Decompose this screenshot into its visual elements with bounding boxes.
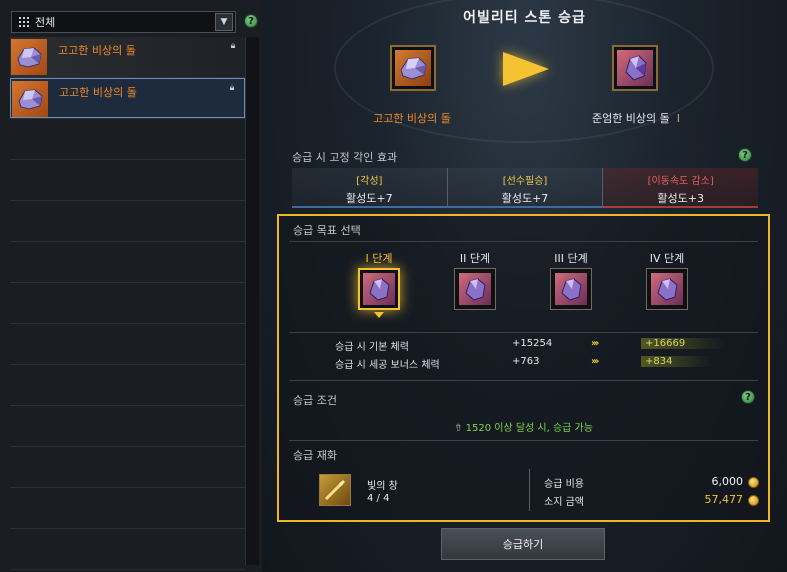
ability-stone-icon	[617, 50, 653, 86]
stat-label: 승급 시 기본 체력	[335, 342, 409, 353]
ability-stone-icon	[395, 50, 431, 86]
arrow-right-icon: ›››	[591, 356, 600, 367]
item-name: 고고한 비상의 돌	[59, 86, 137, 99]
grid-icon	[19, 17, 29, 27]
ability-stone-icon	[459, 273, 491, 305]
divider	[289, 241, 758, 242]
upgrade-target-box: 승급 목표 선택 I 단계 II 단계 III 단계 IV 단계 승급 시 기본…	[277, 214, 770, 522]
cost-area: 승급 비용 6,000 소지 금액 57,477	[529, 469, 759, 511]
ability-stone-icon	[651, 273, 683, 305]
next-stone-name-text: 준엄한 비상의 돌	[591, 112, 670, 125]
divider	[289, 440, 758, 441]
stone-list-panel: 전체 ▼ ? 고고한 비상의 돌 🔒︎ 고고한 비상의 돌 🔒︎	[0, 0, 262, 572]
scrollbar[interactable]	[245, 37, 259, 565]
list-item[interactable]: 고고한 비상의 돌 🔒︎	[10, 37, 245, 77]
engrave-value: 활성도+7	[346, 192, 393, 205]
next-stone-slot	[612, 45, 658, 91]
arrow-right-icon	[503, 52, 549, 86]
list-row	[10, 365, 245, 406]
help-icon[interactable]: ?	[741, 390, 755, 404]
item-level-icon: ⇮	[454, 423, 466, 434]
stage-option-1[interactable]: I 단계	[349, 250, 409, 318]
page-title: 어빌리티 스톤 승급	[463, 10, 586, 26]
stage-label: IV 단계	[649, 252, 685, 265]
cost-row: 승급 비용 6,000	[544, 475, 759, 491]
list-row	[10, 488, 245, 529]
item-name: 고고한 비상의 돌	[58, 44, 136, 57]
list-row	[10, 447, 245, 488]
next-stone-name: 준엄한 비상의 돌 I	[578, 110, 694, 126]
materials-section-label: 승급 재화	[293, 449, 337, 462]
engrave-value: 활성도+3	[657, 192, 704, 205]
stat-row-base-hp: 승급 시 기본 체력 +15254 ››› +16669	[335, 338, 755, 354]
lock-icon: 🔒︎	[229, 83, 235, 93]
filter-dropdown[interactable]: 전체 ▼	[11, 11, 236, 33]
list-row	[10, 529, 245, 570]
engrave-effects: [각성] 활성도+7 [선수필승] 활성도+7 [이동속도 감소] 활성도+3	[292, 168, 759, 208]
divider	[289, 332, 758, 333]
list-row	[10, 324, 245, 365]
ability-stone-icon	[555, 273, 587, 305]
material-name: 빛의 창	[367, 481, 398, 492]
list-row	[10, 242, 245, 283]
ability-stone-icon	[12, 81, 48, 117]
material-count: 4 / 4	[367, 493, 390, 504]
gold-coin-icon	[748, 495, 759, 506]
filter-label: 전체	[35, 16, 56, 29]
selected-caret-icon	[374, 312, 384, 318]
help-icon[interactable]: ?	[738, 148, 752, 162]
stage-option-4[interactable]: IV 단계	[637, 250, 697, 310]
list-row	[10, 406, 245, 447]
stage-label: III 단계	[554, 252, 588, 265]
lock-icon: 🔒︎	[230, 41, 236, 51]
list-row	[10, 201, 245, 242]
stat-current: +15254	[512, 338, 553, 349]
cost-value: 6,000	[711, 475, 744, 488]
cost-label: 승급 비용	[544, 479, 584, 490]
stage-label: I 단계	[365, 252, 393, 265]
engrave-name: [각성]	[356, 176, 383, 187]
stat-row-bonus-hp: 승급 시 세공 보너스 체력 +763 ››› +834	[335, 356, 755, 372]
engrave-section-label: 승급 시 고정 각인 효과	[292, 151, 398, 164]
arrow-right-icon: ›››	[591, 338, 600, 349]
list-row	[10, 119, 245, 160]
owned-label: 소지 금액	[544, 497, 584, 508]
list-item-selected[interactable]: 고고한 비상의 돌 🔒︎	[10, 78, 245, 118]
current-stone-name: 고고한 비상의 돌	[373, 112, 451, 125]
engrave-cell: [선수필승] 활성도+7	[446, 168, 603, 208]
stage-option-2[interactable]: II 단계	[445, 250, 505, 310]
spear-of-light-icon	[319, 474, 351, 506]
engrave-name: [선수필승]	[502, 176, 548, 187]
next-stone-suffix: I	[676, 112, 681, 125]
divider	[289, 380, 758, 381]
engrave-name: [이동속도 감소]	[647, 176, 714, 187]
stat-current: +763	[512, 356, 540, 367]
engrave-cell: [각성] 활성도+7	[292, 168, 447, 208]
condition-text: ⇮ 1520 이상 달성 시, 승급 가능	[279, 419, 768, 434]
owned-value: 57,477	[704, 493, 744, 506]
stage-option-3[interactable]: III 단계	[541, 250, 601, 310]
upgrade-button[interactable]: 승급하기	[441, 528, 605, 560]
gold-coin-icon	[748, 477, 759, 488]
engrave-value: 활성도+7	[501, 192, 549, 205]
owned-row: 소지 금액 57,477	[544, 493, 759, 509]
stat-next: +16669	[641, 338, 726, 349]
list-row	[10, 160, 245, 201]
stat-label: 승급 시 세공 보너스 체력	[335, 360, 440, 371]
condition-section-label: 승급 조건	[293, 394, 337, 407]
target-section-label: 승급 목표 선택	[293, 224, 361, 237]
stone-list: 고고한 비상의 돌 🔒︎ 고고한 비상의 돌 🔒︎	[10, 37, 245, 570]
upgrade-panel: 어빌리티 스톤 승급 고고한 비상의 돌 준엄한 비상의 돌 I 승급 시 고정…	[262, 0, 787, 572]
engrave-cell-negative: [이동속도 감소] 활성도+3	[602, 168, 759, 208]
ability-stone-icon	[11, 39, 47, 75]
stat-next: +834	[641, 356, 713, 367]
ability-stone-icon	[363, 273, 395, 305]
chevron-down-icon[interactable]: ▼	[215, 13, 233, 31]
stage-label: II 단계	[459, 252, 491, 265]
material-card: 빛의 창 4 / 4	[319, 474, 519, 510]
list-row	[10, 283, 245, 324]
current-stone-slot	[390, 45, 436, 91]
condition-value: 1520 이상 달성 시, 승급 가능	[465, 423, 593, 434]
help-icon[interactable]: ?	[244, 14, 258, 28]
